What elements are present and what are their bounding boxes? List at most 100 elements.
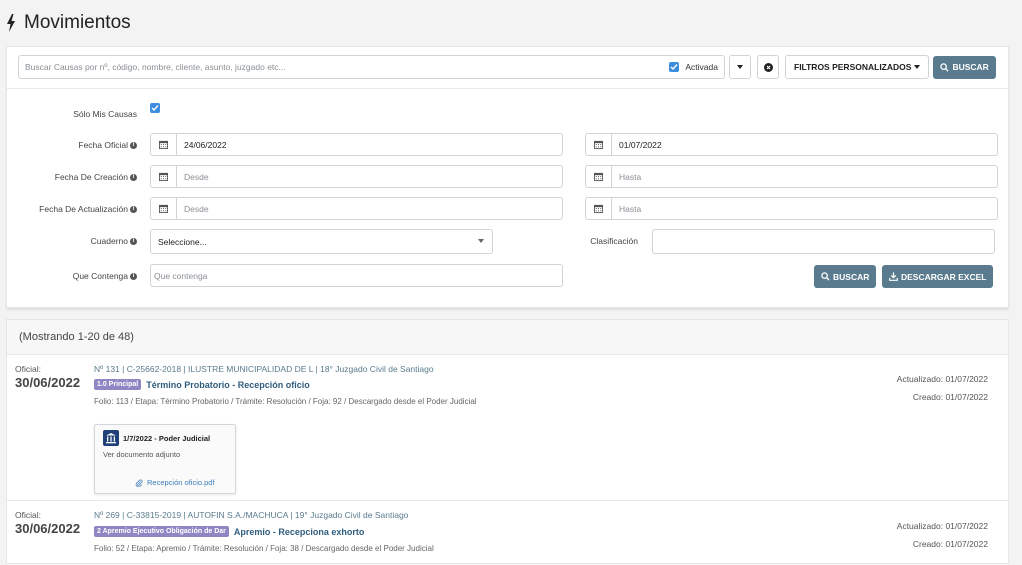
fecha-actualizacion-from-field[interactable]: Desde	[150, 197, 563, 220]
fecha-actualizacion-to-field[interactable]: Hasta	[585, 197, 998, 220]
results-summary-text: (Mostrando 1-20 de 48)	[19, 331, 134, 343]
info-icon: i	[130, 238, 137, 246]
movement-title-row: 2 Apremio Ejecutivo Obligación de Dar Ap…	[94, 526, 364, 537]
fecha-oficial-to-value: 01/07/2022	[619, 139, 662, 150]
document-card[interactable]: 1/7/2022 - Poder Judicial Ver documento …	[94, 424, 236, 494]
caret-down-icon	[737, 65, 743, 69]
cuaderno-label: Cuaderno i	[7, 236, 137, 246]
info-icon: i	[130, 273, 137, 281]
calendar-icon[interactable]	[586, 134, 612, 155]
activada-label: Activada	[685, 62, 718, 72]
info-icon: i	[130, 142, 137, 150]
folio-info: Folio: 52 / Etapa: Apremio / Trámite: Re…	[94, 544, 434, 553]
que-contenga-label: Que Contenga i	[7, 271, 137, 281]
solo-mis-causas-text: Sólo Mis Causas	[73, 109, 137, 119]
clear-icon	[763, 62, 773, 72]
clasificacion-label: Clasificación	[558, 236, 638, 246]
attachment-filename: Recepción oficio.pdf	[147, 478, 215, 487]
calendar-icon[interactable]	[586, 166, 612, 187]
fecha-creacion-from-placeholder: Desde	[184, 171, 209, 182]
filtros-label: FILTROS PERSONALIZADOS	[794, 62, 912, 72]
search-options-dropdown[interactable]	[729, 55, 751, 79]
checkbox-icon	[151, 105, 159, 112]
fecha-oficial-label: Fecha Oficial i	[7, 140, 137, 150]
que-contenga-placeholder: Que contenga	[154, 270, 208, 281]
movement-title-link[interactable]: Apremio - Recepciona exhorto	[234, 527, 365, 537]
que-contenga-text: Que Contenga	[72, 271, 128, 281]
download-excel-label: DESCARGAR EXCEL	[901, 271, 987, 282]
solo-mis-causas-checkbox[interactable]	[150, 103, 160, 113]
cuaderno-badge: 2 Apremio Ejecutivo Obligación de Dar	[94, 526, 229, 537]
clasificacion-text: Clasificación	[590, 236, 638, 246]
search-input[interactable]: Buscar Causas por nº, código, nombre, cl…	[18, 55, 725, 79]
fecha-oficial-text: Fecha Oficial	[78, 140, 128, 150]
movement-title-link[interactable]: Término Probatorio - Recepción oficio	[146, 380, 310, 390]
cuaderno-badge: 1.0 Principal	[94, 379, 142, 390]
filters-panel: Buscar Causas por nº, código, nombre, cl…	[6, 46, 1009, 308]
search-button-label: BUSCAR	[952, 62, 989, 72]
info-icon: i	[130, 206, 137, 214]
filter-search-label: BUSCAR	[833, 271, 870, 282]
solo-mis-causas-label: Sólo Mis Causas	[7, 109, 137, 119]
bolt-icon	[7, 14, 15, 32]
document-header: 1/7/2022 - Poder Judicial	[103, 430, 210, 446]
oficial-label: Oficial:	[15, 510, 41, 520]
calendar-icon[interactable]	[586, 198, 612, 219]
fecha-actualizacion-text: Fecha De Actualización	[39, 204, 128, 214]
clear-search-button[interactable]	[757, 55, 779, 79]
fecha-actualizacion-to-placeholder: Hasta	[619, 203, 642, 214]
case-meta-link[interactable]: Nº 131 | C-25662-2018 | ILUSTRE MUNICIPA…	[94, 364, 434, 374]
document-subtitle: Ver documento adjunto	[103, 450, 181, 459]
fecha-actualizacion-from-placeholder: Desde	[184, 203, 209, 214]
caret-down-icon	[914, 65, 921, 69]
search-icon	[940, 62, 950, 72]
created-date: Creado: 01/07/2022	[912, 392, 988, 402]
list-item: Oficial: 30/06/2022 Nº 131 | C-25662-201…	[7, 356, 1008, 499]
case-meta-link[interactable]: Nº 269 | C-33815-2019 | AUTOFIN S.A./MAC…	[94, 510, 408, 520]
movement-title-row: 1.0 Principal Término Probatorio - Recep…	[94, 379, 310, 390]
divider	[7, 88, 1008, 89]
court-icon	[103, 430, 119, 446]
search-button[interactable]: BUSCAR	[933, 55, 996, 79]
fecha-creacion-label: Fecha De Creación i	[7, 172, 137, 182]
fecha-creacion-text: Fecha De Creación	[54, 172, 128, 182]
folio-info: Folio: 113 / Etapa: Término Probatorio /…	[94, 397, 477, 406]
download-icon	[889, 272, 898, 281]
search-icon	[821, 272, 830, 281]
fecha-oficial-from-field[interactable]: 24/06/2022	[150, 133, 563, 156]
que-contenga-field[interactable]: Que contenga	[150, 264, 563, 287]
cuaderno-selected: Seleccione...	[158, 236, 207, 247]
results-panel: (Mostrando 1-20 de 48) Oficial: 30/06/20…	[6, 319, 1009, 564]
page-header: Movimientos	[0, 0, 1022, 46]
updated-date: Actualizado: 01/07/2022	[896, 521, 988, 531]
document-header-text: 1/7/2022 - Poder Judicial	[123, 433, 211, 443]
download-excel-button[interactable]: DESCARGAR EXCEL	[882, 265, 994, 288]
fecha-creacion-to-field[interactable]: Hasta	[585, 165, 998, 188]
paperclip-icon	[135, 479, 143, 487]
calendar-icon[interactable]	[151, 166, 177, 187]
created-date: Creado: 01/07/2022	[912, 539, 988, 549]
cuaderno-select[interactable]: Seleccione...	[150, 229, 493, 254]
fecha-creacion-to-placeholder: Hasta	[619, 171, 642, 182]
activada-checkbox[interactable]	[669, 62, 680, 72]
caret-down-icon	[478, 239, 484, 243]
filter-search-button[interactable]: BUSCAR	[814, 265, 877, 288]
cuaderno-text: Cuaderno	[90, 236, 128, 246]
page-title: Movimientos	[24, 12, 131, 33]
list-item: Oficial: 30/06/2022 Nº 269 | C-33815-201…	[7, 501, 1008, 565]
fecha-actualizacion-label: Fecha De Actualización i	[7, 204, 137, 214]
calendar-icon[interactable]	[151, 134, 177, 155]
clasificacion-field[interactable]	[652, 229, 995, 254]
updated-date: Actualizado: 01/07/2022	[896, 374, 988, 384]
oficial-date: 30/06/2022	[15, 375, 81, 390]
info-icon: i	[130, 174, 137, 182]
calendar-icon[interactable]	[151, 198, 177, 219]
attachment-link[interactable]: Recepción oficio.pdf	[135, 478, 215, 487]
fecha-oficial-to-field[interactable]: 01/07/2022	[585, 133, 998, 156]
oficial-label: Oficial:	[15, 364, 41, 374]
fecha-creacion-from-field[interactable]: Desde	[150, 165, 563, 188]
results-summary: (Mostrando 1-20 de 48)	[7, 320, 1008, 355]
search-placeholder: Buscar Causas por nº, código, nombre, cl…	[25, 62, 286, 72]
search-bar: Buscar Causas por nº, código, nombre, cl…	[18, 55, 996, 79]
filtros-personalizados-button[interactable]: FILTROS PERSONALIZADOS	[785, 55, 930, 79]
